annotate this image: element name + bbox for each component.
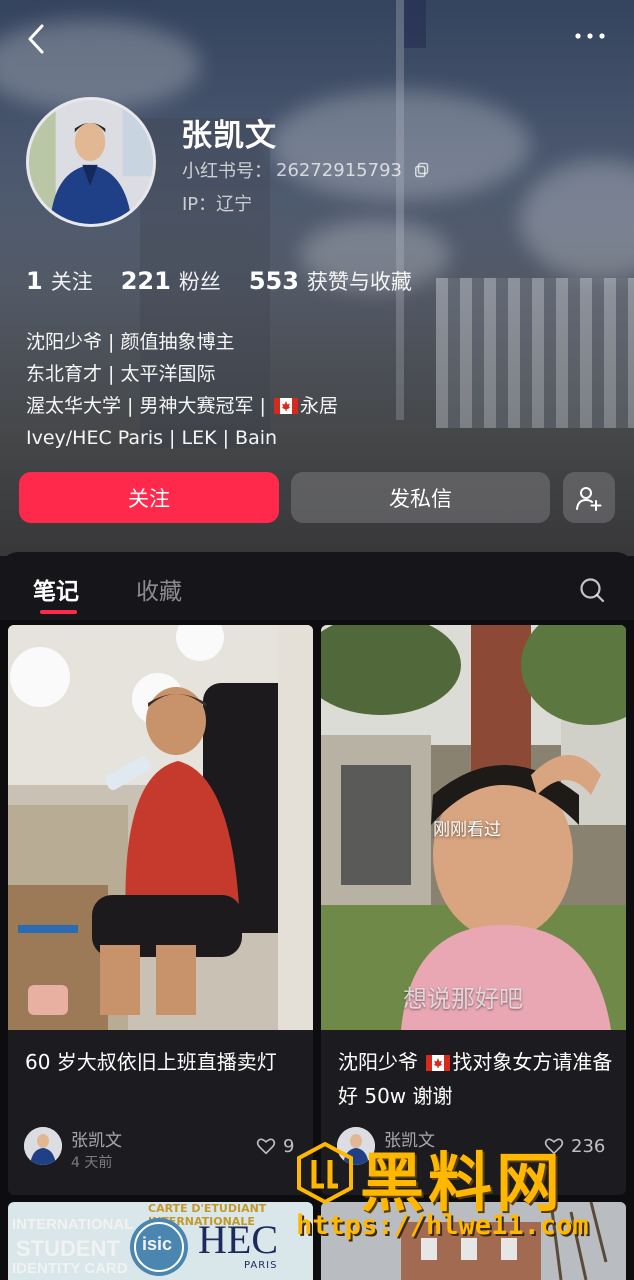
note-card[interactable]: 60 岁大叔依旧上班直播卖灯 张凯文 4 天前 9 (8, 625, 313, 1195)
stat-label: 获赞与收藏 (306, 270, 412, 294)
card-image-text: INTERNATIONAL (12, 1216, 134, 1233)
author-name: 张凯文 (71, 1131, 122, 1151)
bio-line-text: 永居 (299, 395, 338, 417)
more-options-icon[interactable] (570, 24, 610, 48)
heart-icon (256, 1138, 276, 1155)
search-icon[interactable] (578, 576, 606, 604)
stat-number: 553 (248, 267, 299, 295)
add-user-icon (576, 486, 602, 511)
post-time: 4 天前 (71, 1155, 113, 1171)
like-count: 236 (571, 1135, 606, 1157)
watermark-logo-icon (297, 1142, 353, 1204)
hec-logo-text: HEC (198, 1217, 278, 1262)
content-tabs: 笔记 收藏 (0, 552, 634, 620)
follow-button[interactable]: 关注 (19, 472, 279, 523)
recently-viewed-label: 刚刚看过 (433, 820, 501, 840)
bio-line: Ivey/HEC Paris | LEK | Bain (26, 427, 278, 449)
tab-notes[interactable]: 笔记 (33, 572, 79, 606)
back-arrow-icon[interactable] (18, 20, 58, 60)
note-card[interactable]: 刚刚看过 想说那好吧 沈阳少爷 找对象女方请准备好 50w 谢谢 张凯文 236 (321, 625, 626, 1195)
note-title: 沈阳少爷 找对象女方请准备好 50w 谢谢 (338, 1045, 613, 1113)
canada-flag-icon (426, 1055, 451, 1071)
active-tab-indicator (40, 610, 77, 614)
profile-avatar[interactable] (26, 97, 156, 227)
stat-following[interactable]: 1 关注 (26, 266, 93, 296)
note-cover-image (8, 625, 313, 1030)
author-avatar-image (24, 1127, 62, 1165)
stat-label: 粉丝 (178, 270, 221, 294)
stat-number: 221 (120, 267, 171, 295)
tab-collections[interactable]: 收藏 (136, 572, 182, 606)
video-subtitle: 想说那好吧 (403, 985, 523, 1013)
xhs-id-label: 小红书号： (182, 161, 272, 182)
card-image-text: IDENTITY CARD (12, 1260, 128, 1277)
message-button[interactable]: 发私信 (291, 472, 550, 523)
bio-line-text: 渥太华大学 | 男神大赛冠军 | (26, 395, 272, 417)
note-title: 60 岁大叔依旧上班直播卖灯 (25, 1050, 277, 1074)
profile-stats: 1 关注 221 粉丝 553 获赞与收藏 (26, 266, 440, 296)
bio-line: 沈阳少爷 | 颜值抽象博主 (26, 331, 235, 353)
ip-location: IP：辽宁 (182, 194, 253, 215)
xhs-id-row[interactable]: 小红书号： 26272915793 (182, 157, 430, 183)
xhs-id-value: 26272915793 (276, 159, 402, 181)
bio-line: 东北育才 | 太平洋国际 (26, 363, 216, 385)
bio-line: 渥太华大学 | 男神大赛冠军 | 永居 (26, 390, 338, 422)
watermark-url: https://hlwe11.com (296, 1210, 589, 1241)
profile-bio: 沈阳少爷 | 颜值抽象博主 东北育才 | 太平洋国际 渥太华大学 | 男神大赛冠… (26, 326, 338, 454)
author-avatar (24, 1127, 62, 1165)
add-friend-button[interactable] (563, 472, 615, 523)
card-image-text: STUDENT (16, 1236, 120, 1261)
note-card[interactable]: CARTE D'ETUDIANT INTERNATIONALE INTERNAT… (8, 1202, 313, 1280)
canada-flag-icon (273, 398, 298, 414)
note-title-text: 沈阳少爷 (338, 1050, 425, 1074)
like-button[interactable]: 9 (255, 1135, 294, 1157)
copy-icon[interactable] (414, 162, 430, 178)
stat-followers[interactable]: 221 粉丝 (121, 266, 221, 296)
stat-number: 1 (26, 267, 43, 295)
hec-city-text: PARIS (244, 1260, 278, 1271)
like-count: 9 (283, 1135, 295, 1157)
profile-name: 张凯文 (181, 118, 277, 154)
isic-badge-text: isic (142, 1234, 173, 1254)
stat-label: 关注 (50, 270, 93, 294)
stat-likes-collections[interactable]: 553 获赞与收藏 (249, 266, 412, 296)
avatar-photo (29, 100, 153, 224)
